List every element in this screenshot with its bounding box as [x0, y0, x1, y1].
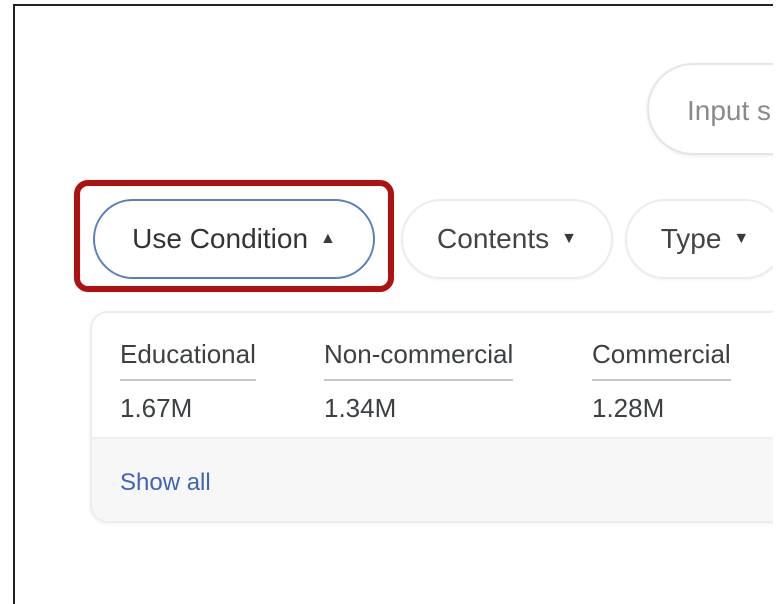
- highlight-annotation-box: [74, 180, 394, 292]
- filter-type-button[interactable]: Type ▼: [625, 199, 773, 279]
- option-label: Educational: [120, 339, 256, 381]
- option-educational[interactable]: Educational 1.67M: [120, 339, 256, 424]
- show-all-link[interactable]: Show all: [120, 469, 211, 497]
- screenshot-frame: Input s Use Condition ▲ Contents ▼ Type …: [13, 4, 773, 604]
- option-count: 1.28M: [592, 393, 665, 423]
- option-label: Non-commercial: [324, 339, 514, 381]
- caret-down-icon: ▼: [561, 230, 577, 247]
- option-label: Commercial: [592, 339, 731, 381]
- filter-label: Contents: [437, 223, 550, 254]
- option-count: 1.67M: [120, 393, 193, 423]
- search-placeholder: Input s: [687, 95, 772, 126]
- option-commercial[interactable]: Commercial 1.28M: [592, 339, 731, 424]
- search-input[interactable]: Input s: [647, 63, 773, 155]
- filter-contents-button[interactable]: Contents ▼: [401, 199, 613, 279]
- panel-footer: Show all: [92, 439, 773, 521]
- use-condition-options: Educational 1.67M Non-commercial 1.34M C…: [92, 313, 773, 438]
- option-count: 1.34M: [324, 393, 397, 423]
- filter-label: Type: [660, 223, 722, 254]
- caret-down-icon: ▼: [733, 230, 750, 247]
- use-condition-dropdown-panel: Educational 1.67M Non-commercial 1.34M C…: [90, 311, 773, 523]
- option-non-commercial[interactable]: Non-commercial 1.34M: [324, 339, 514, 424]
